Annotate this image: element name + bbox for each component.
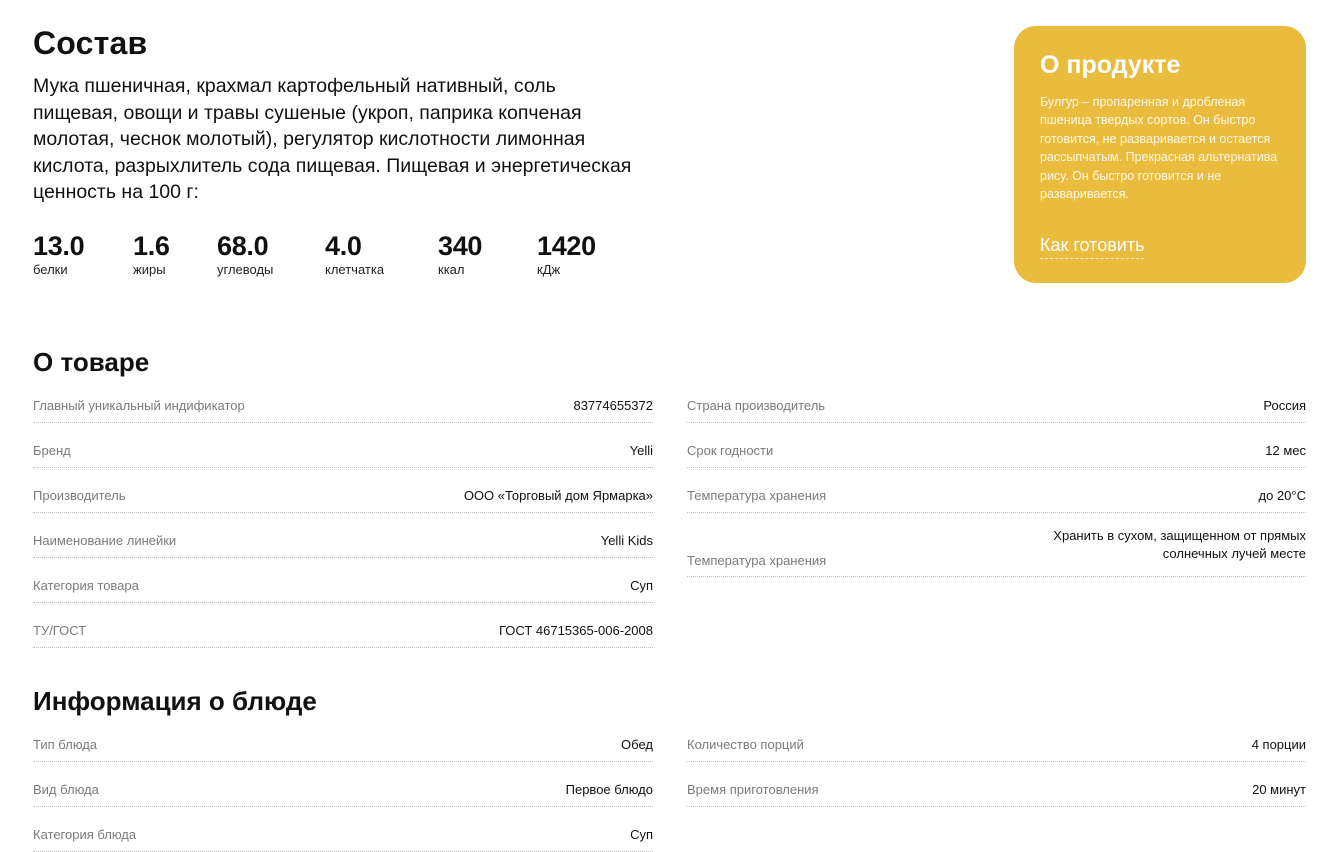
prop-key: Срок годности <box>687 443 774 458</box>
table-row: Температура хранения Хранить в сухом, за… <box>687 527 1306 577</box>
nutrition-facts: 13.0 белки 1.6 жиры 68.0 углеводы 4.0 кл… <box>33 230 653 280</box>
prop-value: Yelli <box>629 443 653 458</box>
table-row: Категория товара Суп <box>33 570 653 603</box>
prop-value: Суп <box>630 578 653 593</box>
prop-key: Категория блюда <box>33 827 137 842</box>
about-product-text: Булгур – пропаренная и дробленая пшеница… <box>1040 95 1278 202</box>
prop-value: до 20°С <box>1258 488 1306 503</box>
nutrient-protein: 13.0 белки <box>33 230 85 278</box>
prop-key: Наименование линейки <box>33 533 177 548</box>
prop-value: 4 порции <box>1251 737 1306 752</box>
nutrient-kcal: 340 ккал <box>438 230 482 278</box>
prop-value: Первое блюдо <box>565 782 653 797</box>
nutrient-fat: 1.6 жиры <box>133 230 170 278</box>
table-row: Главный уникальный индификатор 837746553… <box>33 390 653 423</box>
nutrient-value: 4.0 <box>325 231 362 261</box>
nutrient-kj: 1420 кДж <box>537 230 596 278</box>
prop-key: Страна производитель <box>687 398 826 413</box>
prop-value: Россия <box>1263 398 1306 413</box>
prop-key: Главный уникальный индификатор <box>33 398 245 413</box>
nutrient-value: 68.0 <box>217 231 269 261</box>
composition-text: Мука пшеничная, крахмал картофельный нат… <box>33 75 632 204</box>
table-row: Тип блюда Обед <box>33 729 653 762</box>
prop-key: Тип блюда <box>33 737 98 752</box>
prop-value: Хранить в сухом, защищенном от прямых со… <box>1053 527 1306 563</box>
nutrient-value: 1420 <box>537 231 596 261</box>
nutrient-fiber: 4.0 клетчатка <box>325 230 384 278</box>
prop-key: Температура хранения <box>687 488 827 503</box>
prop-value-line: солнечных лучей месте <box>1162 546 1306 561</box>
table-row: Страна производитель Россия <box>687 390 1306 423</box>
about-product-card: О продукте Булгур – пропаренная и дробле… <box>1014 26 1306 283</box>
prop-key: ТУ/ГОСТ <box>33 623 87 638</box>
nutrient-value: 1.6 <box>133 231 170 261</box>
table-row: Температура хранения до 20°С <box>687 480 1306 513</box>
nutrient-carbs: 68.0 углеводы <box>217 230 273 278</box>
prop-value-line: Хранить в сухом, защищенном от прямых <box>1053 528 1306 543</box>
table-row: Количество порций 4 порции <box>687 729 1306 762</box>
prop-key: Категория товара <box>33 578 139 593</box>
table-row: Категория блюда Суп <box>33 819 653 852</box>
nutrient-label: углеводы <box>217 262 274 277</box>
prop-value: Yelli Kids <box>600 533 653 548</box>
nutrient-label: белки <box>33 262 68 277</box>
table-row: Вид блюда Первое блюдо <box>33 774 653 807</box>
prop-key: Время приготовления <box>687 782 819 797</box>
prop-value: Суп <box>630 827 653 842</box>
how-to-cook-link[interactable]: Как готовить <box>1040 233 1145 259</box>
table-row: ТУ/ГОСТ ГОСТ 46715365-006-2008 <box>33 615 653 648</box>
table-row: Бренд Yelli <box>33 435 653 468</box>
product-info-left: Главный уникальный индификатор 837746553… <box>33 390 653 650</box>
nutrient-label: кДж <box>537 262 561 277</box>
prop-key: Бренд <box>33 443 71 458</box>
nutrient-label: жиры <box>133 262 166 277</box>
dish-info-left: Тип блюда Обед Вид блюда Первое блюдо Ка… <box>33 729 653 852</box>
dish-info-title: Информация о блюде <box>33 686 317 716</box>
prop-value: ГОСТ 46715365-006-2008 <box>498 623 653 638</box>
product-info-right: Страна производитель Россия Срок годност… <box>687 390 1306 590</box>
table-row: Срок годности 12 мес <box>687 435 1306 468</box>
table-row: Наименование линейки Yelli Kids <box>33 525 653 558</box>
prop-value: Обед <box>621 737 653 752</box>
product-info-title: О товаре <box>33 347 150 377</box>
table-row: Производитель ООО «Торговый дом Ярмарка» <box>33 480 653 513</box>
nutrient-label: ккал <box>438 262 465 277</box>
prop-value: 83774655372 <box>573 398 653 413</box>
prop-key: Производитель <box>33 488 126 503</box>
dish-info-right: Количество порций 4 порции Время пригото… <box>687 729 1306 819</box>
nutrient-value: 340 <box>438 231 483 261</box>
prop-value: ООО «Торговый дом Ярмарка» <box>463 488 653 503</box>
composition-title: Состав <box>33 25 148 61</box>
prop-key: Вид блюда <box>33 782 99 797</box>
table-row: Время приготовления 20 минут <box>687 774 1306 807</box>
nutrient-label: клетчатка <box>325 262 385 277</box>
nutrient-value: 13.0 <box>33 231 85 261</box>
prop-key: Температура хранения <box>687 552 827 568</box>
prop-value: 20 минут <box>1252 782 1306 797</box>
prop-value: 12 мес <box>1265 443 1306 458</box>
about-product-title: О продукте <box>1040 51 1181 79</box>
prop-key: Количество порций <box>687 737 804 752</box>
